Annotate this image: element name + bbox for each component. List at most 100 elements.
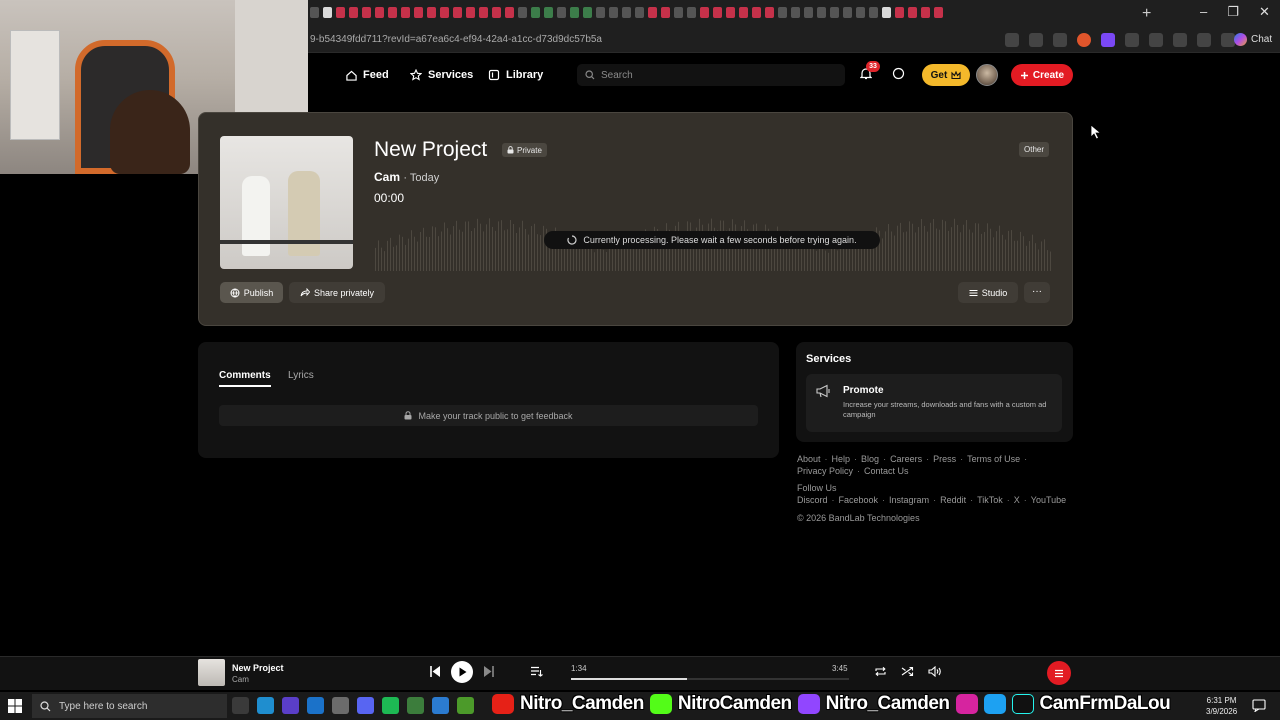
minimize-button[interactable]: –: [1200, 4, 1207, 20]
more-icon[interactable]: [1221, 33, 1235, 47]
nav-services[interactable]: Services: [410, 67, 473, 83]
volume-icon[interactable]: [928, 666, 942, 677]
messages-button[interactable]: [892, 67, 905, 80]
taskbar-clock[interactable]: 6:31 PM 3/9/2026: [1206, 695, 1237, 717]
spinner-icon: [567, 235, 577, 245]
processing-message: Currently processing. Please wait a few …: [583, 235, 857, 245]
refresh-extension-icon[interactable]: [1125, 33, 1139, 47]
profile-icon[interactable]: [1197, 33, 1211, 47]
artist-name[interactable]: Cam: [374, 170, 400, 184]
footer-link-tiktok[interactable]: TikTok: [977, 495, 1003, 505]
promote-description: Increase your streams, downloads and fan…: [843, 400, 1047, 419]
app-icon[interactable]: [432, 697, 449, 714]
task-view-icon[interactable]: [232, 697, 249, 714]
xbox-icon[interactable]: [407, 697, 424, 714]
queue-icon[interactable]: [530, 666, 543, 677]
open-studio-button[interactable]: Studio: [958, 282, 1018, 303]
play-button[interactable]: [451, 661, 473, 683]
play-icon: [459, 667, 466, 677]
cover-floor: [220, 240, 353, 244]
home-icon: [346, 70, 357, 81]
browser-extensions[interactable]: [1005, 33, 1235, 47]
url-text[interactable]: 9-b54349fdd711?revId=a67ea6c4-ef94-42a4-…: [310, 34, 602, 45]
read-mode-icon[interactable]: [1005, 33, 1019, 47]
player-progress-fill: [571, 678, 687, 680]
maximize-button[interactable]: ❐: [1227, 4, 1239, 20]
player-track-title[interactable]: New Project: [232, 663, 284, 673]
copilot-chat-button[interactable]: Chat: [1234, 33, 1272, 46]
footer-link-press[interactable]: Press: [933, 454, 956, 464]
copyright: © 2026 BandLab Technologies: [797, 513, 920, 523]
footer-link-contact[interactable]: Contact Us: [864, 466, 909, 476]
player-track-artist[interactable]: Cam: [232, 675, 249, 684]
footer-link-instagram[interactable]: Instagram: [889, 495, 929, 505]
footer-link-youtube[interactable]: YouTube: [1031, 495, 1066, 505]
create-button[interactable]: Create: [1011, 64, 1073, 86]
discord-icon[interactable]: [357, 697, 374, 714]
notification-center-icon[interactable]: [1252, 699, 1266, 712]
footer-link-reddit[interactable]: Reddit: [940, 495, 966, 505]
search-input[interactable]: Search: [577, 64, 845, 86]
favorite-star-icon[interactable]: [1029, 33, 1043, 47]
spotify-icon[interactable]: [382, 697, 399, 714]
megaphone-icon: [816, 384, 830, 398]
edge-icon[interactable]: [257, 697, 274, 714]
taskbar-apps[interactable]: [232, 697, 474, 714]
store-icon[interactable]: [332, 697, 349, 714]
youtube-icon: [492, 694, 514, 714]
footer-link-x[interactable]: X: [1014, 495, 1020, 505]
shuffle-icon[interactable]: [901, 666, 914, 677]
new-tab-button[interactable]: +: [1142, 5, 1151, 23]
tab-lyrics[interactable]: Lyrics: [288, 370, 314, 381]
tab-comments[interactable]: Comments: [219, 370, 271, 387]
minecraft-icon[interactable]: [457, 697, 474, 714]
kick-icon: [649, 694, 672, 714]
footer-link-blog[interactable]: Blog: [861, 454, 879, 464]
extension-icon[interactable]: [1053, 33, 1067, 47]
project-cover-art[interactable]: [220, 136, 353, 269]
footer-link-privacy[interactable]: Privacy Policy: [797, 466, 853, 476]
favorites-icon[interactable]: [1173, 33, 1187, 47]
player-thumbnail[interactable]: [198, 659, 225, 686]
follow-us-heading: Follow Us: [797, 483, 837, 493]
nav-feed[interactable]: Feed: [346, 67, 389, 83]
user-avatar[interactable]: [976, 64, 998, 86]
footer-link-careers[interactable]: Careers: [890, 454, 922, 464]
browser-tabs[interactable]: [310, 6, 1130, 22]
footer-link-discord[interactable]: Discord: [797, 495, 828, 505]
cover-figure-left: [242, 176, 270, 256]
visibility-label: Private: [517, 145, 542, 155]
twitch-extension-icon[interactable]: [1101, 33, 1115, 47]
previous-track-icon[interactable]: [428, 665, 442, 678]
nav-library[interactable]: Library: [488, 67, 543, 83]
publish-button[interactable]: Publish: [220, 282, 283, 303]
share-privately-button[interactable]: Share privately: [289, 282, 385, 303]
footer-link-facebook[interactable]: Facebook: [839, 495, 879, 505]
close-window-button[interactable]: ✕: [1259, 4, 1270, 20]
other-handle: CamFrmDaLou: [1039, 693, 1171, 714]
window-controls[interactable]: – ❐ ✕: [1190, 4, 1280, 20]
footer-link-help[interactable]: Help: [832, 454, 851, 464]
taskbar-search-input[interactable]: Type here to search: [32, 694, 227, 718]
next-track-icon[interactable]: [482, 665, 496, 678]
player-menu-button[interactable]: [1047, 661, 1071, 685]
promote-title: Promote: [843, 385, 884, 396]
footer-link-about[interactable]: About: [797, 454, 821, 464]
copilot-icon: [1234, 33, 1247, 46]
extension-orange-icon[interactable]: [1077, 33, 1091, 47]
windows-start-icon[interactable]: [8, 699, 22, 713]
get-membership-button[interactable]: Get: [922, 64, 970, 86]
footer-link-terms[interactable]: Terms of Use: [967, 454, 1020, 464]
chat-label: Chat: [1251, 34, 1273, 45]
outlook-icon[interactable]: [307, 697, 324, 714]
more-options-button[interactable]: ···: [1024, 282, 1050, 303]
instagram-icon: [955, 694, 978, 714]
footer-links-row1: About · Help · Blog · Careers · Press · Terms…: [797, 454, 1028, 464]
feedback-notice: Make your track public to get feedback: [219, 405, 758, 426]
nav-services-label: Services: [428, 69, 474, 81]
stream-social-overlay: Nitro_Camden NitroCamden Nitro_Camden Ca…: [492, 690, 1171, 718]
teams-icon[interactable]: [282, 697, 299, 714]
share-label: Share privately: [313, 287, 375, 298]
puzzle-icon[interactable]: [1149, 33, 1163, 47]
repeat-icon[interactable]: [874, 666, 887, 677]
